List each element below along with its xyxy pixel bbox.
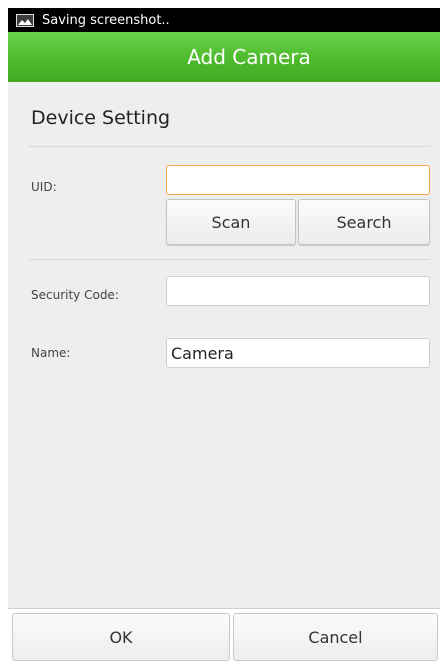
status-bar: Saving screenshot.. [8,8,440,32]
name-label: Name: [31,346,71,360]
status-notification-text: Saving screenshot.. [42,12,170,28]
uid-input[interactable] [166,165,430,195]
scan-button[interactable]: Scan [166,199,296,245]
cancel-button[interactable]: Cancel [233,613,438,661]
image-icon [16,13,34,27]
bottom-action-bar: OK Cancel [8,608,440,662]
name-input-value: Camera [171,344,234,363]
security-code-label: Security Code: [31,288,119,302]
uid-label: UID: [31,180,57,194]
security-code-input[interactable] [166,276,430,306]
page-title: Add Camera [187,45,311,69]
name-input[interactable]: Camera [166,338,430,368]
section-divider [28,146,430,147]
title-bar: Add Camera [8,32,440,82]
search-button[interactable]: Search [298,199,430,245]
section-title-device-setting: Device Setting [31,107,171,129]
field-divider [28,259,430,260]
app-screen: Saving screenshot.. Add Camera Device Se… [8,8,440,662]
ok-button[interactable]: OK [12,613,230,661]
